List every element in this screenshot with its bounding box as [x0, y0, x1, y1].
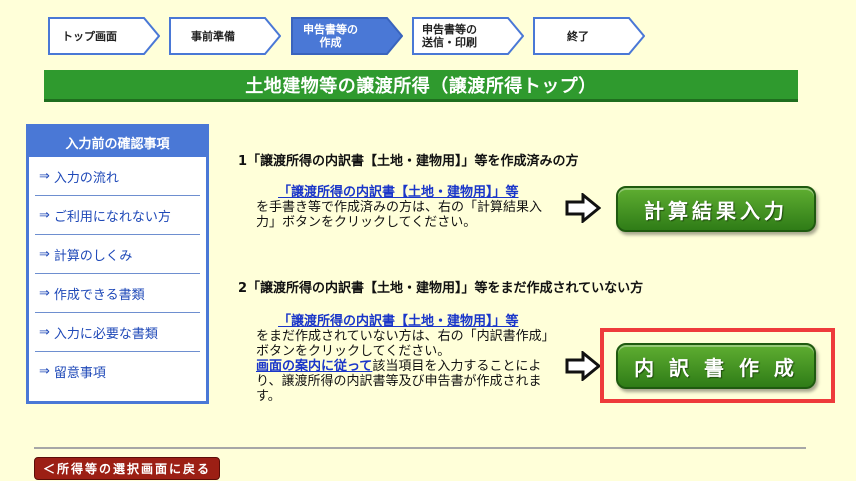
right-arrow-icon	[565, 193, 601, 223]
sidebar-list: ⇒ 入力の流れ ⇒ ご利用になれない方 ⇒ 計算のしくみ ⇒ 作成できる書類 ⇒ 入力に必…	[29, 157, 206, 391]
right-double-arrow-icon: ⇒	[39, 207, 50, 223]
sidebar-heading: 入力前の確認事項	[29, 127, 206, 157]
sidebar-item-input-flow[interactable]: ⇒ 入力の流れ	[35, 157, 200, 196]
right-double-arrow-icon: ⇒	[39, 168, 50, 184]
section1-description: 「譲渡所得の内訳書【土地・建物用】」等 を手書き等で作成済みの方は、右の「計算結…	[256, 185, 556, 230]
pre-input-checklist-sidebar: 入力前の確認事項 ⇒ 入力の流れ ⇒ ご利用になれない方 ⇒ 計算のしくみ ⇒ 作成でき…	[26, 124, 209, 404]
right-arrow-icon	[565, 351, 601, 381]
sidebar-item-label: 計算のしくみ	[53, 248, 133, 264]
section1-title: 1「譲渡所得の内訳書【土地・建物用】」等を作成済みの方	[238, 154, 579, 169]
sidebar-item-required-docs[interactable]: ⇒ 入力に必要な書類	[35, 313, 200, 352]
step-label: 申告書等の	[422, 23, 477, 36]
calculation-result-input-button[interactable]: 計算結果入力	[616, 186, 816, 232]
highlight-box	[600, 328, 835, 403]
right-double-arrow-icon: ⇒	[39, 324, 50, 340]
sidebar-item-not-eligible[interactable]: ⇒ ご利用になれない方	[35, 196, 200, 235]
sidebar-item-label: ご利用になれない方	[53, 209, 171, 225]
step-label: 終了	[567, 29, 589, 43]
sidebar-item-label: 作成できる書類	[53, 287, 145, 303]
section1-detail-link[interactable]: 「譲渡所得の内訳書【土地・建物用】」等	[278, 185, 519, 200]
step-create-return: 申告書等の 作成	[291, 17, 403, 55]
step-label: トップ画面	[62, 29, 117, 43]
back-to-income-selection-button[interactable]: ＜所得等の選択画面に戻る	[34, 457, 220, 480]
sidebar-item-label: 入力の流れ	[53, 170, 119, 186]
step-label: 申告書等の	[303, 23, 358, 36]
step-finish: 終了	[533, 17, 645, 55]
right-double-arrow-icon: ⇒	[39, 246, 50, 262]
page-title: 土地建物等の譲渡所得（譲渡所得トップ）	[44, 70, 798, 102]
step-arrow-shape	[533, 17, 645, 55]
sidebar-item-label: 留意事項	[53, 366, 106, 381]
step-label-line2: 送信・印刷	[422, 36, 477, 49]
section2-title: 2「譲渡所得の内訳書【土地・建物用】」等をまだ作成されていない方	[238, 281, 644, 296]
screen-guide-link[interactable]: 画面の案内に従って	[256, 359, 372, 374]
step-send-print: 申告書等の 送信・印刷	[412, 17, 524, 55]
sidebar-item-notes[interactable]: ⇒ 留意事項	[35, 352, 200, 391]
divider	[34, 447, 806, 449]
section1-text: を手書き等で作成済みの方は、右の「計算結果入力」ボタンをクリックしてください。	[256, 200, 543, 230]
step-label: 事前準備	[191, 29, 235, 43]
sidebar-item-documents[interactable]: ⇒ 作成できる書類	[35, 274, 200, 313]
section2-detail-link[interactable]: 「譲渡所得の内訳書【土地・建物用】」等	[278, 314, 519, 329]
step-preparation: 事前準備	[169, 17, 281, 55]
step-label-line2: 作成	[319, 36, 342, 49]
section2-text: をまだ作成されていない方は、右の「内訳書作成」ボタンをクリックしてください。	[256, 329, 555, 359]
sidebar-item-label: 入力に必要な書類	[53, 326, 158, 342]
step-top: トップ画面	[48, 17, 160, 55]
sidebar-item-calculation[interactable]: ⇒ 計算のしくみ	[35, 235, 200, 274]
right-double-arrow-icon: ⇒	[39, 364, 50, 379]
section2-description: 「譲渡所得の内訳書【土地・建物用】」等 をまだ作成されていない方は、右の「内訳書…	[256, 314, 556, 404]
right-double-arrow-icon: ⇒	[39, 285, 50, 301]
